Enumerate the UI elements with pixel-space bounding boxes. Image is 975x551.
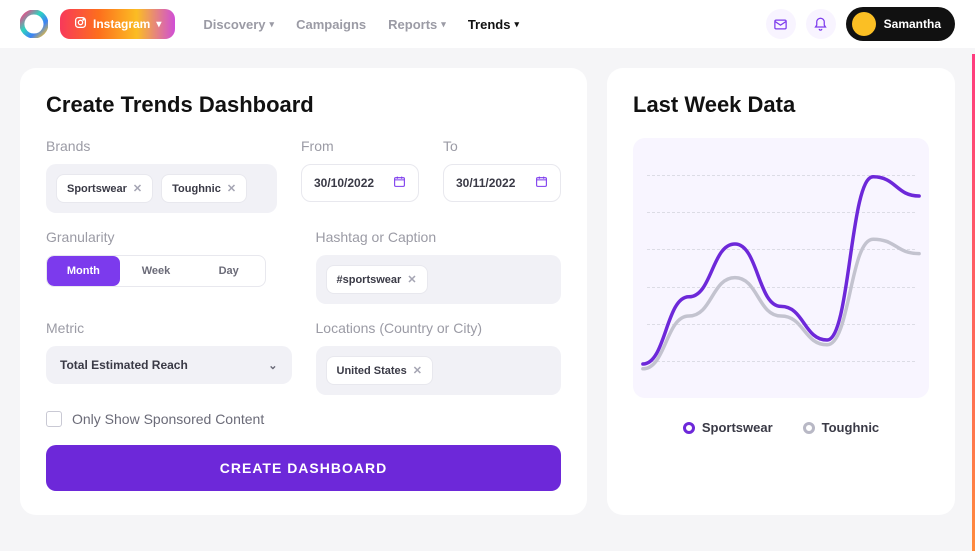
to-label: To [443,138,561,154]
granularity-week[interactable]: Week [120,256,193,286]
legend-dot-icon [683,422,695,434]
chart-svg [633,138,929,398]
chip-remove-icon[interactable]: ✕ [413,364,422,377]
header-actions: Samantha [766,7,955,41]
chevron-down-icon: ⌄ [268,359,277,372]
main-content: Create Trends Dashboard Brands Sportswea… [0,48,975,515]
chart-line-sportswear [643,177,919,364]
to-date-input[interactable]: 30/11/2022 [443,164,561,202]
bell-icon [813,17,828,32]
chevron-down-icon: ▾ [156,19,161,30]
app-logo [20,10,48,38]
to-value: 30/11/2022 [456,176,515,190]
nav-item-reports[interactable]: Reports ▾ [388,17,446,32]
granularity-segmented: MonthWeekDay [46,255,266,287]
nav-item-trends[interactable]: Trends▾ [468,17,519,32]
mail-icon [773,17,788,32]
legend-label: Toughnic [822,420,880,435]
instagram-icon [74,16,87,32]
granularity-month[interactable]: Month [47,256,120,286]
create-dashboard-button[interactable]: CREATE DASHBOARD [46,445,561,491]
main-nav: Discovery▾CampaignsReports▾Trends▾ [203,17,519,32]
brands-label: Brands [46,138,277,154]
brand-chip: Sportswear ✕ [56,174,153,203]
chart-legend: Sportswear Toughnic [633,420,929,435]
chevron-down-icon: ▾ [441,19,446,30]
calendar-icon [393,175,406,191]
user-name: Samantha [884,17,941,31]
platform-selector-button[interactable]: Instagram ▾ [60,9,175,39]
legend-dot-icon [803,422,815,434]
page-title: Create Trends Dashboard [46,92,561,118]
chart-line-toughnic [643,239,919,369]
hashtag-chip: #sportswear ✕ [326,265,428,294]
nav-label: Reports [388,17,437,32]
from-date-input[interactable]: 30/10/2022 [301,164,419,202]
hashtag-input[interactable]: #sportswear ✕ [316,255,562,304]
location-chip: United States ✕ [326,356,434,385]
last-week-card: Last Week Data Sportswear Toughnic [607,68,955,515]
chip-remove-icon[interactable]: ✕ [133,182,142,195]
legend-item-sportswear: Sportswear [683,420,773,435]
platform-label: Instagram [93,17,150,31]
app-header: Instagram ▾ Discovery▾CampaignsReports▾T… [0,0,975,48]
chart-area [633,138,929,398]
hashtag-label: Hashtag or Caption [316,229,562,245]
locations-input[interactable]: United States ✕ [316,346,562,395]
metric-label: Metric [46,320,292,336]
chart-title: Last Week Data [633,92,929,118]
legend-label: Sportswear [702,420,773,435]
nav-label: Discovery [203,17,265,32]
notifications-button[interactable] [806,9,836,39]
nav-item-campaigns[interactable]: Campaigns [296,17,366,32]
create-dashboard-card: Create Trends Dashboard Brands Sportswea… [20,68,587,515]
nav-label: Campaigns [296,17,366,32]
granularity-day[interactable]: Day [192,256,265,286]
messages-button[interactable] [766,9,796,39]
granularity-label: Granularity [46,229,292,245]
nav-label: Trends [468,17,511,32]
sponsored-checkbox[interactable] [46,411,62,427]
chip-label: Sportswear [67,183,127,195]
sponsored-row: Only Show Sponsored Content [46,411,561,427]
chip-remove-icon[interactable]: ✕ [407,273,416,286]
metric-value: Total Estimated Reach [60,358,188,372]
chevron-down-icon: ▾ [270,19,275,30]
chip-label: #sportswear [337,274,402,286]
chip-label: Toughnic [172,183,221,195]
locations-label: Locations (Country or City) [316,320,562,336]
sponsored-label: Only Show Sponsored Content [72,411,264,427]
legend-item-toughnic: Toughnic [803,420,880,435]
from-label: From [301,138,419,154]
brands-input[interactable]: Sportswear ✕ Toughnic ✕ [46,164,277,213]
chip-label: United States [337,365,407,377]
user-menu[interactable]: Samantha [846,7,955,41]
calendar-icon [535,175,548,191]
chevron-down-icon: ▾ [514,19,519,30]
brand-chip: Toughnic ✕ [161,174,247,203]
chip-remove-icon[interactable]: ✕ [227,182,236,195]
from-value: 30/10/2022 [314,176,374,190]
avatar [852,12,876,36]
nav-item-discovery[interactable]: Discovery ▾ [203,17,274,32]
metric-select[interactable]: Total Estimated Reach ⌄ [46,346,292,384]
